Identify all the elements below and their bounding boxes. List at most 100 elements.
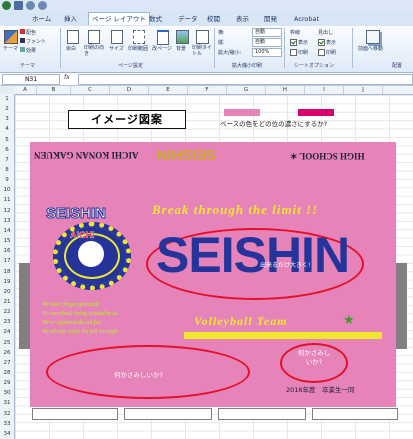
height-select[interactable]: 自動 [252,38,282,47]
formula-input[interactable] [78,74,413,85]
tab-review[interactable]: 校閲 [207,13,220,25]
row-header[interactable]: 19 [0,277,14,287]
print-area-button[interactable]: 印刷範囲 [128,29,150,59]
app-logo-icon[interactable] [2,1,11,10]
row-header[interactable]: 31 [0,398,14,408]
row-header[interactable]: 2 [0,104,14,114]
row-header[interactable]: 5 [0,135,14,145]
tab-formulas[interactable]: 数式 [149,13,162,25]
column-header[interactable]: J [344,86,383,94]
row-header[interactable]: 4 [0,124,14,134]
themes-button[interactable]: テーマ [2,29,18,57]
size-button[interactable]: サイズ [108,29,126,59]
page-break-button[interactable]: 改ページ [152,29,172,59]
column-header[interactable]: G [227,86,266,94]
margins-button[interactable]: 余白 [64,29,82,59]
row-header[interactable]: 28 [0,368,14,378]
row-header[interactable]: 34 [0,429,14,439]
column-header[interactable]: C [71,86,110,94]
row-header[interactable]: 21 [0,297,14,307]
row-header[interactable]: 9 [0,175,14,185]
background-icon [176,30,189,44]
background-label: 背景 [176,46,187,52]
tab-data[interactable]: データ [178,13,198,25]
gridlines-view-checkbox[interactable] [290,39,297,46]
note-text-left: 何かさみしいか? [114,371,163,379]
row-header[interactable]: 1 [0,94,14,104]
headings-print-checkbox[interactable] [318,49,325,56]
scale-input[interactable]: 100% [252,48,282,57]
column-header[interactable]: F [188,86,227,94]
gridlines-print-checkbox[interactable] [290,49,297,56]
poem-line: We always write the full strength. [42,329,120,335]
name-box[interactable]: N31 [2,74,60,85]
tab-home[interactable]: ホーム [32,13,51,25]
image-title-box: イメージ図案 [68,110,186,129]
row-header[interactable]: 13 [0,216,14,226]
row-header[interactable]: 23 [0,317,14,327]
colors-menu[interactable]: 配色 [20,29,36,36]
save-icon[interactable] [14,1,23,10]
row-header[interactable]: 8 [0,165,14,175]
page-break-icon [157,30,169,45]
row-header[interactable]: 30 [0,388,14,398]
row-header[interactable]: 12 [0,206,14,216]
row-header[interactable]: 16 [0,246,14,256]
row-header[interactable]: 32 [0,409,14,419]
row-header[interactable]: 22 [0,307,14,317]
column-header[interactable]: H [266,86,305,94]
column-header[interactable]: I [305,86,344,94]
row-header[interactable]: 25 [0,338,14,348]
ribbon-tabs: ホーム 挿入 ページ レイアウト 数式 データ 校閲 表示 開発 Acrobat [0,12,413,26]
column-header[interactable]: E [149,86,188,94]
redo-icon[interactable] [38,1,47,10]
margins-label: 余白 [66,46,77,52]
tab-insert[interactable]: 挿入 [64,13,77,25]
row-header[interactable]: 15 [0,236,14,246]
row-header[interactable]: 24 [0,327,14,337]
column-header[interactable]: D [110,86,149,94]
undo-icon[interactable] [26,1,35,10]
row-header[interactable]: 20 [0,287,14,297]
poem-line: To everybody being related to us. [42,311,119,317]
themes-label: テーマ [3,46,19,52]
poem-line: We don't forget gratitude [42,302,100,308]
big-note-text: 出来るだけ大きく! [260,262,311,269]
themes-group-label: テーマ [20,63,36,69]
row-header[interactable]: 33 [0,419,14,429]
effects-icon [20,47,25,52]
row-header[interactable]: 3 [0,114,14,124]
poem-line: We've defeated the all foe. [42,320,103,326]
row-header[interactable]: 7 [0,155,14,165]
column-header[interactable]: B [37,86,71,94]
width-select[interactable]: 自動 [252,28,282,37]
tab-acrobat[interactable]: Acrobat [294,13,319,25]
orientation-icon [88,30,100,44]
effects-menu[interactable]: 効果 [20,47,36,54]
headings-view-checkbox[interactable] [318,39,325,46]
orientation-button[interactable]: 印刷の向き [84,29,106,59]
row-header[interactable]: 29 [0,378,14,388]
row-header[interactable]: 18 [0,267,14,277]
row-header[interactable]: 17 [0,256,14,266]
tab-developer[interactable]: 開発 [264,13,277,25]
background-button[interactable]: 背景 [174,29,190,59]
row-header[interactable]: 11 [0,195,14,205]
sheet-options-group-label: シートオプション [294,63,335,69]
row-header[interactable]: 26 [0,348,14,358]
colors-icon [20,29,25,34]
bring-forward-button[interactable]: 前面へ移動 [358,29,388,59]
tab-page-layout[interactable]: ページ レイアウト [88,12,150,25]
row-header[interactable]: 6 [0,145,14,155]
row-header[interactable]: 27 [0,358,14,368]
row-header[interactable]: 14 [0,226,14,236]
column-header[interactable]: A [14,86,37,94]
fx-icon[interactable]: fx [64,74,70,81]
emblem-top-text: SEISHIN [45,205,107,223]
design-header-band: AICHI KONAN GAKUEN SEISHIN HIGH SCHOOL ✶ [30,142,396,185]
print-titles-button[interactable]: 印刷タイトル [192,29,212,59]
fonts-menu[interactable]: フォント [20,38,46,45]
row-header[interactable]: 10 [0,185,14,195]
emblem-center [78,241,104,267]
tab-view[interactable]: 表示 [236,13,249,25]
